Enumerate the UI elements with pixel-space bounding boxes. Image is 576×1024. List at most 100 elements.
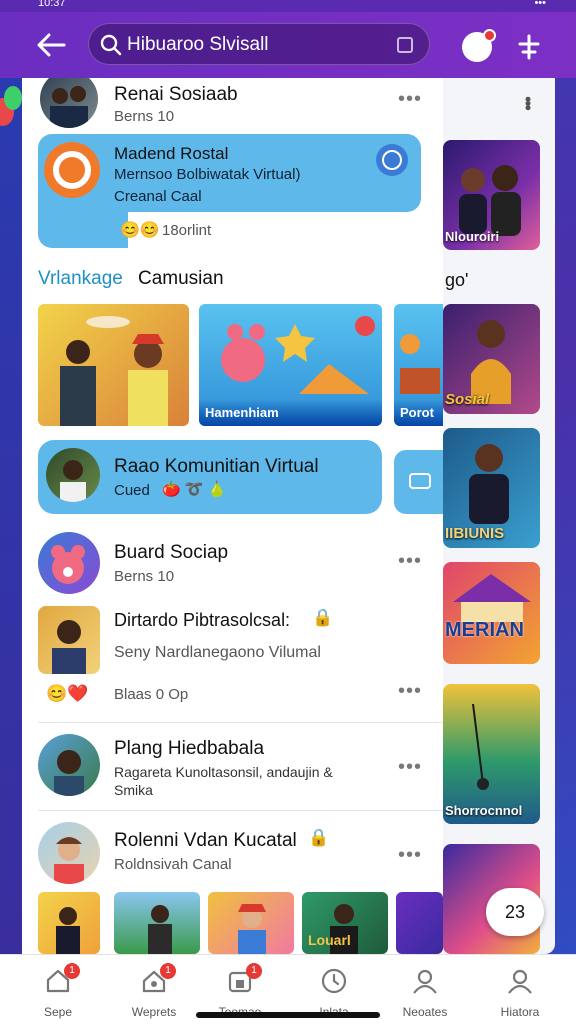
profile-icon[interactable] <box>462 29 496 62</box>
floating-counter-button[interactable]: 23 <box>486 888 544 936</box>
main-feed: Renai Sosiaab Berns 10 ••• Madend Rostal… <box>22 78 443 954</box>
post-author[interactable]: Plang Hiedbabala <box>114 738 264 760</box>
reaction-emojis: 🍅 ➰ 🍐 <box>162 481 227 498</box>
group-card-tail <box>38 198 128 248</box>
group-description: Mernsoo Bolbiwatak Virtual) <box>114 166 301 183</box>
post-meta: Berns 10 <box>114 108 175 125</box>
side-card[interactable]: IIBIUNIS <box>443 428 540 548</box>
more-icon[interactable]: ••• <box>398 551 422 571</box>
side-card-label: Nlouroiri <box>445 229 500 244</box>
avatar[interactable] <box>38 822 100 884</box>
more-icon[interactable]: ••• <box>518 96 538 109</box>
post-meta: Roldnsivah Canal <box>114 856 232 873</box>
media-tile-label: Hamenhiam <box>199 399 382 426</box>
notification-dot <box>483 29 496 42</box>
more-icon[interactable]: ••• <box>398 681 422 701</box>
community-title[interactable]: Raao Komunitian Virtual <box>114 456 319 478</box>
avatar[interactable] <box>38 734 100 796</box>
post-meta: Berns 10 <box>114 568 175 585</box>
media-tile[interactable] <box>38 304 189 426</box>
status-bar: 10:37 ••• <box>0 0 576 12</box>
nav-item-marketplace[interactable]: 1 Toomao <box>200 963 280 1019</box>
message-icon <box>409 473 431 489</box>
avatar[interactable] <box>38 606 100 674</box>
nav-badge: 1 <box>246 963 262 979</box>
reaction-emojis: 😊❤️ <box>46 684 89 703</box>
group-title[interactable]: Madend Rostal <box>114 144 228 164</box>
arrow-left-icon <box>37 33 66 57</box>
post-text: Ragareta Kunoltasonsil, andaujin & <box>114 764 333 780</box>
group-logo[interactable] <box>44 142 100 198</box>
side-card-label: Shorrocnnol <box>445 803 523 818</box>
status-time: 10:37 <box>38 0 66 9</box>
antenna-icon[interactable] <box>516 32 542 62</box>
post-text: Seny Nardlanegaono Vilumal <box>114 644 321 661</box>
nav-label: Sepe <box>43 1005 73 1019</box>
post-author[interactable]: Rolenni Vdan Kucatal <box>114 830 297 852</box>
filter-icon[interactable] <box>397 37 413 53</box>
side-card-label: Sosial <box>445 391 490 408</box>
side-card[interactable]: Sosial <box>443 304 540 414</box>
side-card-label: MERIAN <box>445 619 524 641</box>
media-tile-label: Louarl <box>308 932 351 948</box>
media-tile-label: Porot <box>394 399 443 426</box>
avatar[interactable] <box>38 532 100 594</box>
home-indicator[interactable] <box>196 1012 380 1018</box>
side-card[interactable]: Nlouroiri <box>443 140 540 250</box>
media-tile[interactable] <box>114 892 200 954</box>
avatar[interactable] <box>46 448 100 502</box>
people-icon <box>413 969 437 994</box>
top-bar: Hibuaroo Slvisall <box>0 12 576 78</box>
nav-item-profile[interactable]: Hiatora <box>480 965 560 1019</box>
search-input[interactable]: Hibuaroo Slvisall <box>88 23 430 65</box>
avatar[interactable] <box>40 78 98 128</box>
nav-label: Neoates <box>402 1005 448 1019</box>
side-card-label: IIBIUNIS <box>445 525 505 542</box>
person-icon <box>508 969 532 994</box>
nav-label: Weprets <box>131 1005 177 1019</box>
nav-label: Hiatora <box>500 1005 540 1019</box>
more-icon[interactable]: ••• <box>398 845 422 865</box>
background-strip <box>0 78 22 954</box>
post-author[interactable]: Dirtardo Pibtrasolcsal: <box>114 610 290 631</box>
reaction-emojis: 😊😊 <box>120 222 160 239</box>
media-tile[interactable]: Porot <box>394 304 443 426</box>
balloon-icon <box>4 86 22 110</box>
section-title-accent: Vrlankage <box>38 268 123 289</box>
nav-badge: 1 <box>160 963 176 979</box>
side-card[interactable]: MERIAN <box>443 562 540 664</box>
nav-badge: 1 <box>64 963 80 979</box>
post-author[interactable]: Buard Sociap <box>114 542 228 564</box>
reaction-count[interactable]: 18orlint <box>162 222 211 239</box>
media-tile[interactable] <box>208 892 294 954</box>
nav-item-groups[interactable]: 1 Weprets <box>114 963 194 1019</box>
section-title: Camusian <box>138 268 224 289</box>
nav-item-home[interactable]: 1 Sepe <box>18 963 98 1019</box>
lock-emoji: 🔒 <box>308 828 330 847</box>
reaction-count[interactable]: Blaas 0 Op <box>114 686 188 703</box>
divider <box>38 810 443 811</box>
status-icons: ••• <box>534 0 546 9</box>
side-feed-panel: ••• Nlouroiri go' Sosial IIBIUNIS MERIAN… <box>443 78 555 954</box>
media-tile[interactable] <box>396 892 443 954</box>
post-text-continued: Smika <box>114 782 153 798</box>
group-channel: Creanal Caal <box>114 188 202 205</box>
community-meta: Cued <box>114 482 150 499</box>
media-tile[interactable]: Louarl <box>302 892 388 954</box>
messenger-icon[interactable] <box>376 144 408 176</box>
post-author[interactable]: Renai Sosiaab <box>114 84 238 106</box>
back-button[interactable] <box>34 32 68 58</box>
lock-emoji: 🔒 <box>312 608 334 627</box>
community-card-next[interactable] <box>394 450 443 514</box>
media-tile[interactable]: Hamenhiam <box>199 304 382 426</box>
clock-icon <box>321 968 347 994</box>
building-illustration <box>453 574 531 622</box>
divider <box>38 722 443 723</box>
nav-item-friends[interactable]: Neoates <box>385 965 465 1019</box>
more-icon[interactable]: ••• <box>398 757 422 777</box>
side-card[interactable]: Shorrocnnol <box>443 684 540 824</box>
media-tile[interactable] <box>38 892 100 954</box>
nav-item-watch[interactable]: Inlata <box>294 965 374 1019</box>
search-icon <box>100 34 122 56</box>
more-icon[interactable]: ••• <box>398 89 422 109</box>
